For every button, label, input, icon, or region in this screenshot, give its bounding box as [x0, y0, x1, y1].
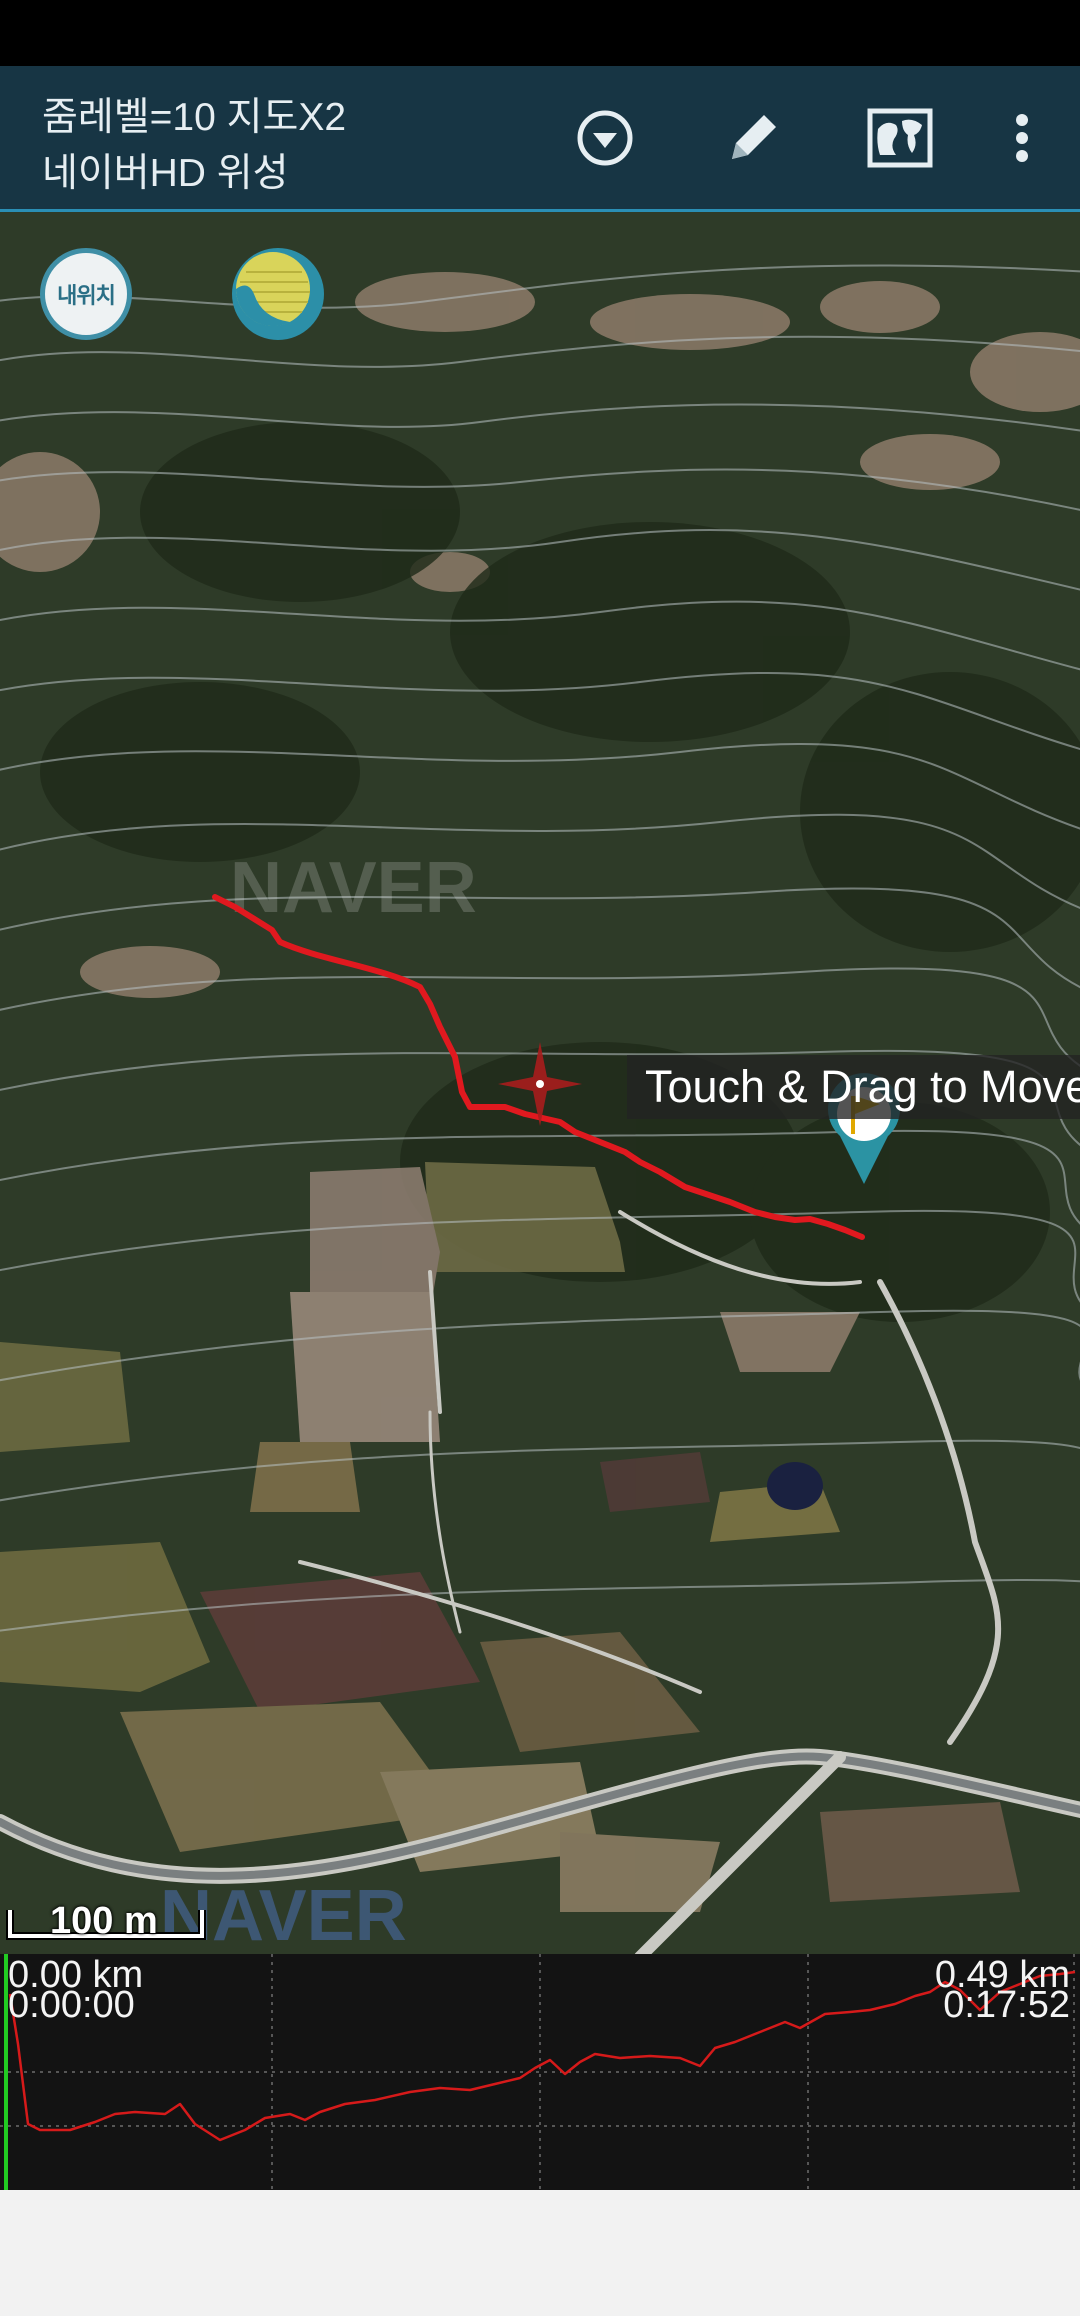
map-view-button[interactable]: [858, 96, 942, 180]
map-source-title: 네이버HD 위성: [42, 152, 289, 195]
map-view-icon: [867, 108, 933, 168]
edit-button[interactable]: [711, 96, 795, 180]
scale-bar-label: 100 m: [50, 1900, 158, 1942]
my-location-label: 내위치: [57, 283, 116, 308]
my-location-button[interactable]: 내위치: [40, 248, 132, 340]
more-options-button[interactable]: [980, 96, 1064, 180]
dropdown-button[interactable]: [563, 96, 647, 180]
zoom-level-title: 줌레벨=10 지도X2: [42, 96, 347, 139]
dropdown-circle-icon: [577, 110, 633, 166]
touch-drag-toast: Touch & Drag to Move: [627, 1055, 1080, 1119]
status-bar: [0, 0, 1080, 66]
start-time: 0:00:00: [8, 1984, 135, 2026]
pencil-icon: [732, 115, 776, 159]
naver-watermark-top: NAVER: [230, 848, 477, 928]
end-time: 0:17:52: [943, 1984, 1070, 2026]
more-vert-icon: [1016, 114, 1028, 162]
elevation-chart: [0, 1954, 1080, 2190]
elevation-profile[interactable]: 0.00 km 0:00:00 0.49 km 0:17:52: [0, 1954, 1080, 2190]
layer-toggle-button[interactable]: [232, 248, 324, 340]
elevation-line: [8, 1970, 1076, 2142]
bottom-blank-area: [0, 2190, 1080, 2316]
app-bar: 줌레벨=10 지도X2 네이버HD 위성: [0, 66, 1080, 212]
